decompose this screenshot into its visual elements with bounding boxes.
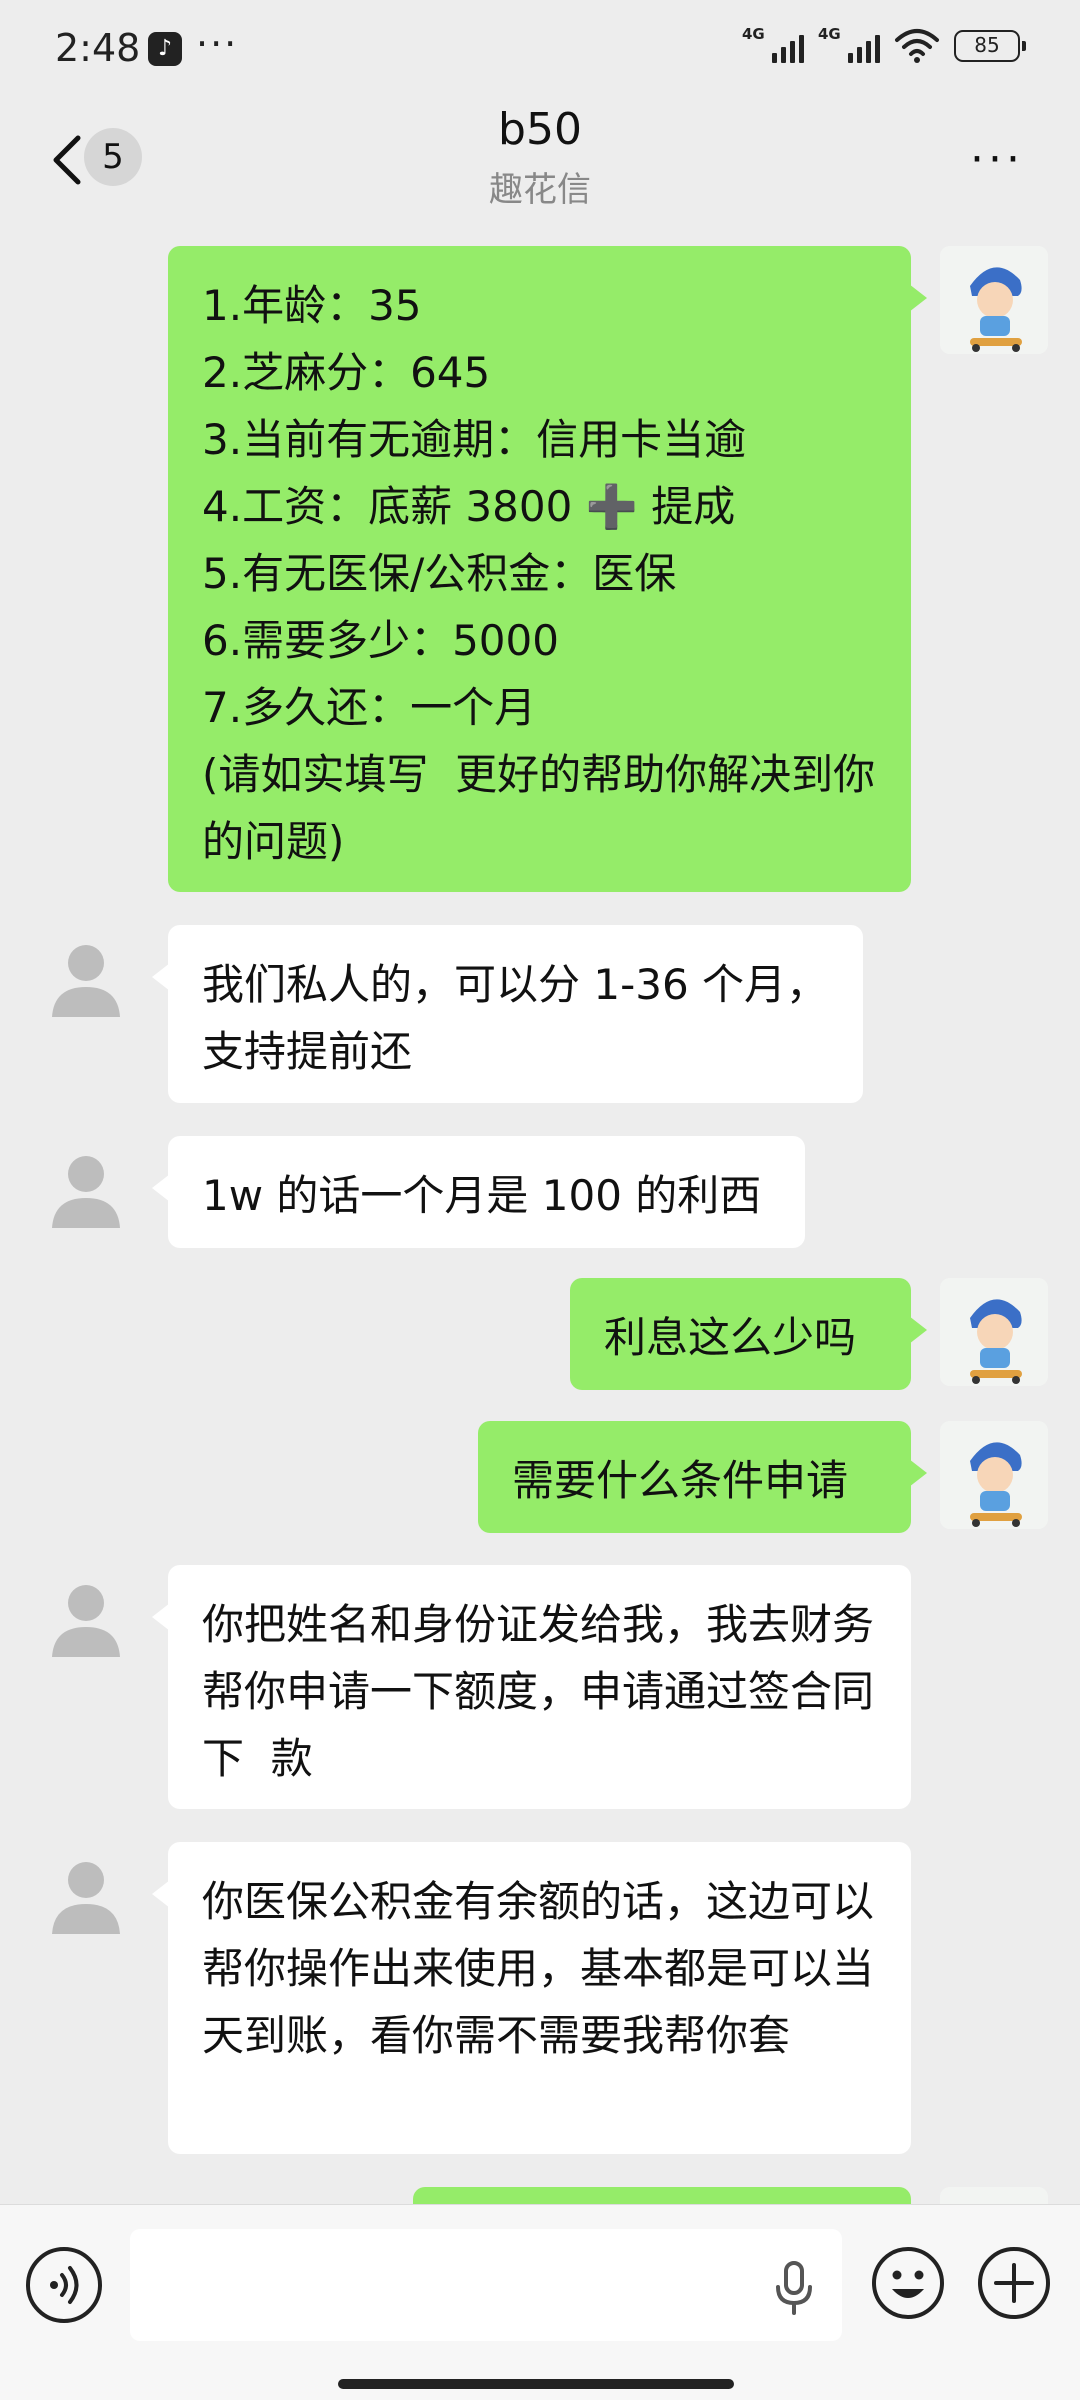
status-time: 2:48 (55, 26, 141, 70)
signal-label-1: 4G (742, 25, 765, 43)
microphone-icon[interactable] (770, 2259, 818, 2315)
signal-icon-2: 4G (818, 25, 880, 63)
more-options-button[interactable]: ··· (970, 134, 1024, 185)
chat-subtitle: 趣花信 (489, 170, 591, 210)
message-bubble-outgoing[interactable]: 利息这么少吗 (570, 1278, 927, 1390)
status-more-dots: ··· (196, 22, 239, 66)
contact-avatar[interactable] (32, 1842, 140, 1950)
home-indicator[interactable] (338, 2379, 734, 2389)
tiktok-icon: ♪ (148, 32, 182, 66)
contact-avatar[interactable] (32, 1136, 140, 1244)
emoji-icon[interactable] (870, 2245, 946, 2321)
chat-title: b50 (498, 104, 582, 155)
message-bubble-outgoing[interactable]: 需要什么条件申请 (478, 1421, 927, 1533)
contact-avatar[interactable] (32, 1565, 140, 1673)
wifi-icon (895, 29, 939, 63)
message-bubble-incoming[interactable]: 你医保公积金有余额的话，这边可以帮你操作出来使用，基本都是可以当天到账，看你需不… (152, 1842, 911, 2154)
message-list[interactable]: 1.年龄：35 2.芝麻分：645 3.当前有无逾期：信用卡当逾 4.工资：底薪… (0, 220, 1080, 2204)
message-bubble-outgoing[interactable]: 1.年龄：35 2.芝麻分：645 3.当前有无逾期：信用卡当逾 4.工资：底薪… (168, 246, 927, 892)
voice-icon[interactable] (26, 2247, 102, 2323)
chat-header: 5 b50 趣花信 ··· (0, 100, 1080, 220)
user-avatar[interactable] (940, 246, 1048, 354)
message-bubble-outgoing[interactable] (413, 2187, 911, 2204)
user-avatar[interactable] (940, 1278, 1048, 1386)
status-bar: 2:48 ♪ ··· 4G 4G 85 (0, 0, 1080, 100)
message-bubble-incoming[interactable]: 你把姓名和身份证发给我，我去财务帮你申请一下额度，申请通过签合同 下 款 (152, 1565, 911, 1809)
message-bubble-incoming[interactable]: 我们私人的，可以分 1-36 个月，支持提前还 (152, 925, 863, 1103)
signal-label-2: 4G (818, 25, 841, 43)
signal-icon: 4G (742, 25, 804, 63)
message-bubble-incoming[interactable]: 1w 的话一个月是 100 的利西 (152, 1136, 805, 1248)
user-avatar[interactable] (940, 2187, 1048, 2204)
contact-avatar[interactable] (32, 925, 140, 1033)
message-input[interactable] (130, 2229, 842, 2341)
battery-indicator: 85 (954, 30, 1026, 62)
plus-icon[interactable] (976, 2245, 1052, 2321)
user-avatar[interactable] (940, 1421, 1048, 1529)
chat-input-bar (0, 2204, 1080, 2400)
